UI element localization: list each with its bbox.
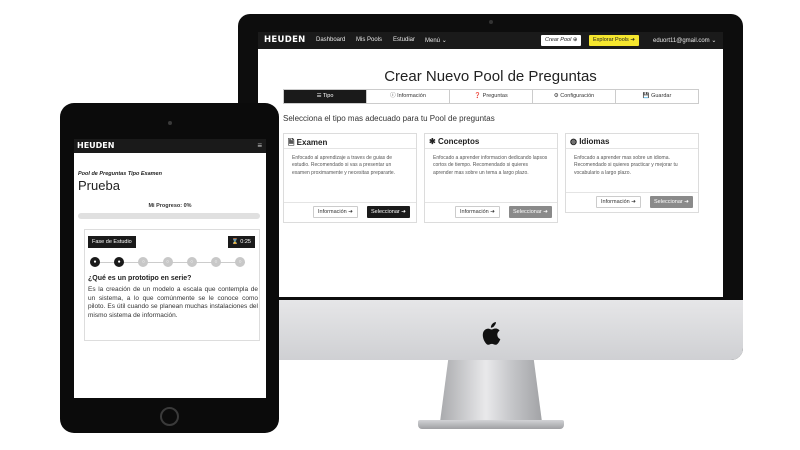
nav-mis-pools[interactable]: Mis Pools — [356, 37, 382, 43]
info-button-label: Información — [601, 199, 630, 205]
tab-guardar-label: Guardar — [651, 93, 672, 99]
pool-name: Prueba — [78, 178, 120, 193]
create-pool-label: Crear Pool — [545, 37, 572, 43]
brand-logo[interactable]: HEUDEN — [264, 35, 306, 45]
apple-logo-icon — [482, 322, 501, 345]
tablet-navbar: HEUDEN ≡ — [74, 139, 266, 153]
select-button[interactable]: Seleccionar ➔ — [367, 206, 410, 218]
tab-preguntas-label: Preguntas — [482, 93, 508, 99]
select-button-label: Seleccionar — [371, 209, 400, 215]
create-pool-button[interactable]: Crear Pool ⊕ — [541, 35, 582, 46]
tablet-screen: HEUDEN ≡ Pool de Preguntas Tipo Examen P… — [74, 139, 266, 398]
explore-pools-button[interactable]: Explorar Pools ➔ — [589, 35, 639, 46]
save-icon: 💾 — [642, 93, 652, 99]
tab-configuracion[interactable]: ⚙ Configuración — [533, 90, 616, 103]
card-title: Idiomas — [579, 137, 610, 146]
card-footer: Información ➔ Seleccionar ➔ — [284, 202, 416, 222]
type-card-examen: 🗎 Examen Enfocado al aprendizaje a trave… — [283, 133, 417, 223]
card-footer: Información ➔ Seleccionar ➔ — [566, 192, 698, 212]
imac-base — [418, 420, 564, 429]
card-description: Enfocado al aprendizaje a traves de guia… — [292, 155, 396, 176]
select-button[interactable]: Seleccionar ➔ — [509, 206, 552, 218]
step-indicator: ○ — [138, 257, 149, 267]
step-indicator: ○ — [162, 257, 173, 267]
card-footer: Información ➔ Seleccionar ➔ — [425, 202, 557, 222]
tab-preguntas[interactable]: ❓ Preguntas — [450, 90, 533, 103]
tablet-camera — [168, 121, 172, 125]
chevron-down-icon: ⌄ — [711, 38, 717, 44]
select-button-label: Seleccionar — [654, 199, 683, 205]
nav-menu-label: Menú — [425, 38, 441, 44]
info-button-label: Información — [460, 209, 489, 215]
user-menu[interactable]: eduort11@gmail.com ⌄ — [653, 37, 716, 44]
wizard-tabs: ☰ Tipo ⓘ Información ❓ Preguntas ⚙ Confi… — [283, 89, 699, 104]
question-circle-icon: ❓ — [474, 93, 483, 99]
pool-type-label: Pool de Preguntas Tipo Examen — [78, 171, 162, 177]
phase-badge: Fase de Estudio — [88, 236, 136, 248]
card-description: Enfocado a aprender mas sobre un idioma.… — [574, 155, 678, 176]
plus-circle-icon: ⊕ — [572, 37, 578, 43]
desktop-screen: HEUDEN Dashboard Mis Pools Estudiar Menú… — [258, 32, 723, 297]
card-description: Enfocado a aprender informacion dedicand… — [433, 155, 548, 176]
arrow-right-circle-icon: ➔ — [401, 209, 406, 215]
card-header: ◍ Idiomas — [566, 134, 698, 149]
tablet-home-button — [160, 407, 179, 426]
tab-guardar[interactable]: 💾 Guardar — [616, 90, 698, 103]
step-indicator: ○ — [186, 257, 197, 267]
type-card-conceptos: ✱ Conceptos Enfocado a aprender informac… — [424, 133, 558, 223]
tab-tipo[interactable]: ☰ Tipo — [284, 90, 367, 103]
select-button[interactable]: Seleccionar ➔ — [650, 196, 693, 208]
imac-stand — [440, 360, 542, 422]
chevron-down-icon: ⌄ — [441, 38, 447, 44]
step-indicator: ○ — [235, 257, 245, 267]
arrow-right-circle-icon: ➔ — [631, 199, 636, 205]
type-card-idiomas: ◍ Idiomas Enfocado a aprender mas sobre … — [565, 133, 699, 213]
question-title: ¿Qué es un prototipo en serie? — [88, 275, 192, 282]
timer-badge: ⌛ 0:25 — [227, 236, 255, 248]
nav-estudiar[interactable]: Estudiar — [393, 37, 415, 43]
info-button[interactable]: Información ➔ — [455, 206, 500, 218]
card-header: 🗎 Examen — [284, 134, 416, 149]
page-title: Crear Nuevo Pool de Preguntas — [384, 68, 597, 85]
tab-informacion[interactable]: ⓘ Información — [367, 90, 450, 103]
nav-menu[interactable]: Menú ⌄ — [425, 37, 447, 44]
arrow-right-circle-icon: ➔ — [630, 37, 635, 43]
study-card: Fase de Estudio ⌛ 0:25 ● ● ○ ○ ○ ○ ○ ¿Qué es u… — [84, 229, 260, 341]
hamburger-menu-icon[interactable]: ≡ — [257, 141, 262, 150]
imac-chin — [238, 300, 743, 360]
step-indicator: ● — [90, 257, 100, 267]
select-button-label: Seleccionar — [513, 209, 542, 215]
progress-bar — [78, 213, 260, 219]
document-icon: 🗎 — [288, 138, 297, 147]
desktop-navbar: HEUDEN Dashboard Mis Pools Estudiar Menú… — [258, 32, 723, 49]
timer-value: 0:25 — [240, 239, 251, 245]
user-email: eduort11@gmail.com — [653, 38, 710, 44]
arrow-right-circle-icon: ➔ — [348, 209, 353, 215]
explore-pools-label: Explorar Pools — [593, 37, 629, 43]
tab-informacion-label: Información — [397, 93, 426, 99]
progress-label: Mi Progreso: 0% — [148, 203, 192, 209]
brand-logo[interactable]: HEUDEN — [77, 141, 114, 150]
nav-dashboard[interactable]: Dashboard — [316, 37, 345, 43]
asterisk-icon: ✱ — [429, 137, 438, 146]
tab-tipo-label: Tipo — [322, 93, 334, 99]
tab-configuracion-label: Configuración — [560, 93, 595, 99]
arrow-right-circle-icon: ➔ — [543, 209, 548, 215]
arrow-right-circle-icon: ➔ — [684, 199, 689, 205]
card-header: ✱ Conceptos — [425, 134, 557, 149]
card-title: Conceptos — [437, 137, 480, 146]
info-button[interactable]: Información ➔ — [596, 196, 641, 208]
step-indicator: ● — [114, 257, 125, 267]
globe-icon: ◍ — [570, 137, 580, 146]
info-button-label: Información — [318, 209, 347, 215]
arrow-right-circle-icon: ➔ — [490, 209, 495, 215]
info-button[interactable]: Información ➔ — [313, 206, 358, 218]
answer-text: Es la creación de un modelo a escala que… — [88, 286, 258, 319]
step-indicator: ○ — [210, 257, 221, 267]
card-title: Examen — [296, 138, 328, 147]
imac-camera — [489, 20, 493, 24]
select-type-prompt: Selecciona el tipo mas adecuado para tu … — [283, 114, 495, 123]
